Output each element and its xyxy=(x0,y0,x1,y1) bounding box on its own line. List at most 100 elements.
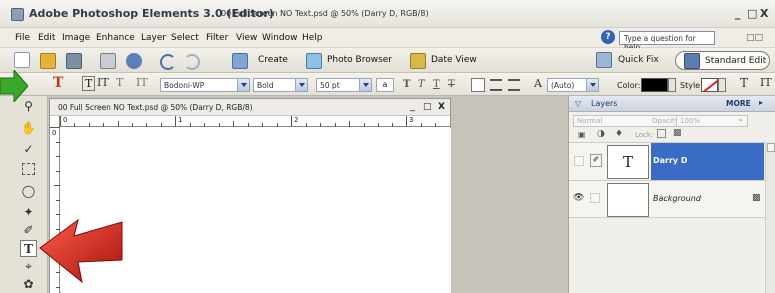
visibility-toggle[interactable] xyxy=(574,156,584,166)
restore-doc-icon[interactable]: □□ xyxy=(746,33,763,43)
font-style-select[interactable]: Bold xyxy=(253,78,308,92)
menu-image[interactable]: Image xyxy=(62,33,90,43)
date-view-icon[interactable] xyxy=(410,53,426,69)
align-right-icon[interactable] xyxy=(508,79,520,91)
ruler-label: 0 xyxy=(63,116,68,124)
slider-arrow-icon: ▸ xyxy=(739,116,743,124)
collapse-icon[interactable]: ▽ xyxy=(575,99,581,108)
brush-link-icon[interactable]: ✐ xyxy=(590,154,602,167)
print-icon[interactable] xyxy=(100,53,116,69)
adjustment-layer-icon[interactable]: ◑ xyxy=(597,129,605,139)
document-window-title: 00 Full Screen NO Text.psd @ 50% (Darry … xyxy=(58,103,253,112)
lock-icon: ▩ xyxy=(752,193,761,203)
marquee-tool-icon[interactable] xyxy=(22,163,35,175)
hand-tool-icon[interactable]: ✋ xyxy=(20,120,37,137)
menu-file[interactable]: File xyxy=(15,33,30,43)
standard-edit-icon xyxy=(684,53,700,69)
menu-select[interactable]: Select xyxy=(171,33,199,43)
leading-select[interactable]: (Auto) xyxy=(547,78,599,92)
align-left-icon[interactable] xyxy=(471,78,485,92)
style-dropdown-icon[interactable] xyxy=(718,78,726,92)
layers-scrollbar[interactable] xyxy=(765,142,775,293)
magic-wand-tool-icon[interactable]: ✦ xyxy=(20,204,37,221)
menu-edit[interactable]: Edit xyxy=(38,33,55,43)
online-services-icon[interactable] xyxy=(126,53,142,69)
menu-window[interactable]: Window xyxy=(262,33,298,43)
lasso-tool-icon[interactable]: ◯ xyxy=(20,183,37,200)
strikethrough-icon[interactable]: T xyxy=(448,79,455,90)
more-button[interactable]: MORE xyxy=(726,99,751,108)
undo-icon[interactable] xyxy=(160,54,176,70)
menu-help[interactable]: Help xyxy=(302,33,323,43)
layer-name: Background xyxy=(653,194,701,203)
underline-icon[interactable]: T xyxy=(433,79,440,90)
open-folder-icon[interactable] xyxy=(40,53,56,69)
orientation-icon[interactable]: IT xyxy=(760,76,772,89)
create-icon[interactable] xyxy=(232,53,248,69)
redo-icon[interactable] xyxy=(184,54,200,70)
menu-filter[interactable]: Filter xyxy=(206,33,228,43)
more-arrow-icon[interactable]: ▸ xyxy=(759,98,763,107)
opacity-input[interactable]: 100% ▸ xyxy=(676,115,748,127)
menu-view[interactable]: View xyxy=(236,33,257,43)
horizontal-mask-icon[interactable]: T xyxy=(116,76,123,89)
color-dropdown-icon[interactable] xyxy=(668,78,676,92)
chevron-down-icon xyxy=(295,79,307,91)
menu-enhance[interactable]: Enhance xyxy=(96,33,135,43)
new-file-icon[interactable] xyxy=(14,52,30,68)
selection-brush-icon[interactable]: ✐ xyxy=(20,222,37,239)
leading-icon: A xyxy=(534,77,542,90)
quick-fix-label: Quick Fix xyxy=(618,55,659,65)
eye-icon[interactable]: 👁 xyxy=(573,193,584,203)
help-search-input[interactable]: Type a question for help xyxy=(619,31,715,52)
help-icon[interactable]: ? xyxy=(601,30,615,44)
vertical-mask-icon[interactable]: IT xyxy=(136,76,148,89)
close-button[interactable]: X xyxy=(760,7,768,20)
style-label: Style: xyxy=(680,81,703,90)
faux-italic-icon[interactable]: T xyxy=(418,79,425,90)
font-family-select[interactable]: Bodoni-WP xyxy=(160,78,250,92)
warp-text-icon[interactable]: T xyxy=(740,76,748,90)
photo-browser-button[interactable]: Photo Browser xyxy=(327,55,392,65)
lock-label: Lock: xyxy=(635,131,654,139)
chevron-down-icon xyxy=(237,79,249,91)
document-titlebar: 00 Full Screen NO Text.psd @ 50% (Darry … xyxy=(50,99,450,116)
layers-panel-header[interactable]: ▽ Layers MORE ▸ xyxy=(569,96,775,112)
crop-tool-icon[interactable]: ⌖ xyxy=(20,258,37,275)
photo-browser-icon[interactable] xyxy=(306,53,322,69)
standard-edit-button[interactable]: Standard Edit xyxy=(675,51,770,70)
layer-name: Darry D xyxy=(653,156,688,165)
doc-maximize-button[interactable]: □ xyxy=(423,102,432,112)
layer-row-text[interactable]: ✐ T Darry D xyxy=(569,142,775,181)
new-layer-icon[interactable]: ▣ xyxy=(578,130,586,139)
horizontal-type-icon[interactable]: T xyxy=(82,76,96,91)
link-toggle[interactable] xyxy=(590,193,600,203)
lock-transparency-icon[interactable] xyxy=(657,129,666,138)
menu-layer[interactable]: Layer xyxy=(141,33,166,43)
ruler-label: 2 xyxy=(294,116,299,124)
delete-layer-icon[interactable]: ♦ xyxy=(615,129,623,139)
date-view-button[interactable]: Date View xyxy=(431,55,477,65)
layer-row-background[interactable]: 👁 Background ▩ xyxy=(569,180,775,218)
cookie-cutter-icon[interactable]: ✿ xyxy=(20,276,37,293)
align-center-icon[interactable] xyxy=(490,79,502,91)
doc-close-button[interactable]: X xyxy=(438,102,445,112)
save-icon[interactable] xyxy=(66,53,82,69)
opacity-value: 100% xyxy=(680,117,701,125)
style-swatch[interactable] xyxy=(701,78,718,92)
create-button[interactable]: Create xyxy=(258,55,288,65)
color-swatch[interactable] xyxy=(641,78,668,92)
maximize-button[interactable]: □ xyxy=(747,7,757,20)
scroll-up-icon[interactable] xyxy=(767,143,775,152)
font-size-select[interactable]: 50 pt xyxy=(316,78,372,92)
lock-all-icon[interactable]: ▩ xyxy=(673,128,682,138)
background-layer-thumbnail xyxy=(607,183,649,217)
faux-bold-icon[interactable]: T xyxy=(403,79,410,90)
minimize-button[interactable]: _ xyxy=(735,7,741,20)
quick-fix-button[interactable]: Quick Fix xyxy=(592,51,670,70)
vertical-type-icon[interactable]: IT xyxy=(97,76,109,89)
type-tool-button[interactable]: T xyxy=(20,240,37,257)
eyedropper-tool-icon[interactable]: ✓ xyxy=(20,141,37,158)
doc-minimize-button[interactable]: _ xyxy=(410,101,415,112)
anti-alias-button[interactable]: a xyxy=(376,78,394,92)
